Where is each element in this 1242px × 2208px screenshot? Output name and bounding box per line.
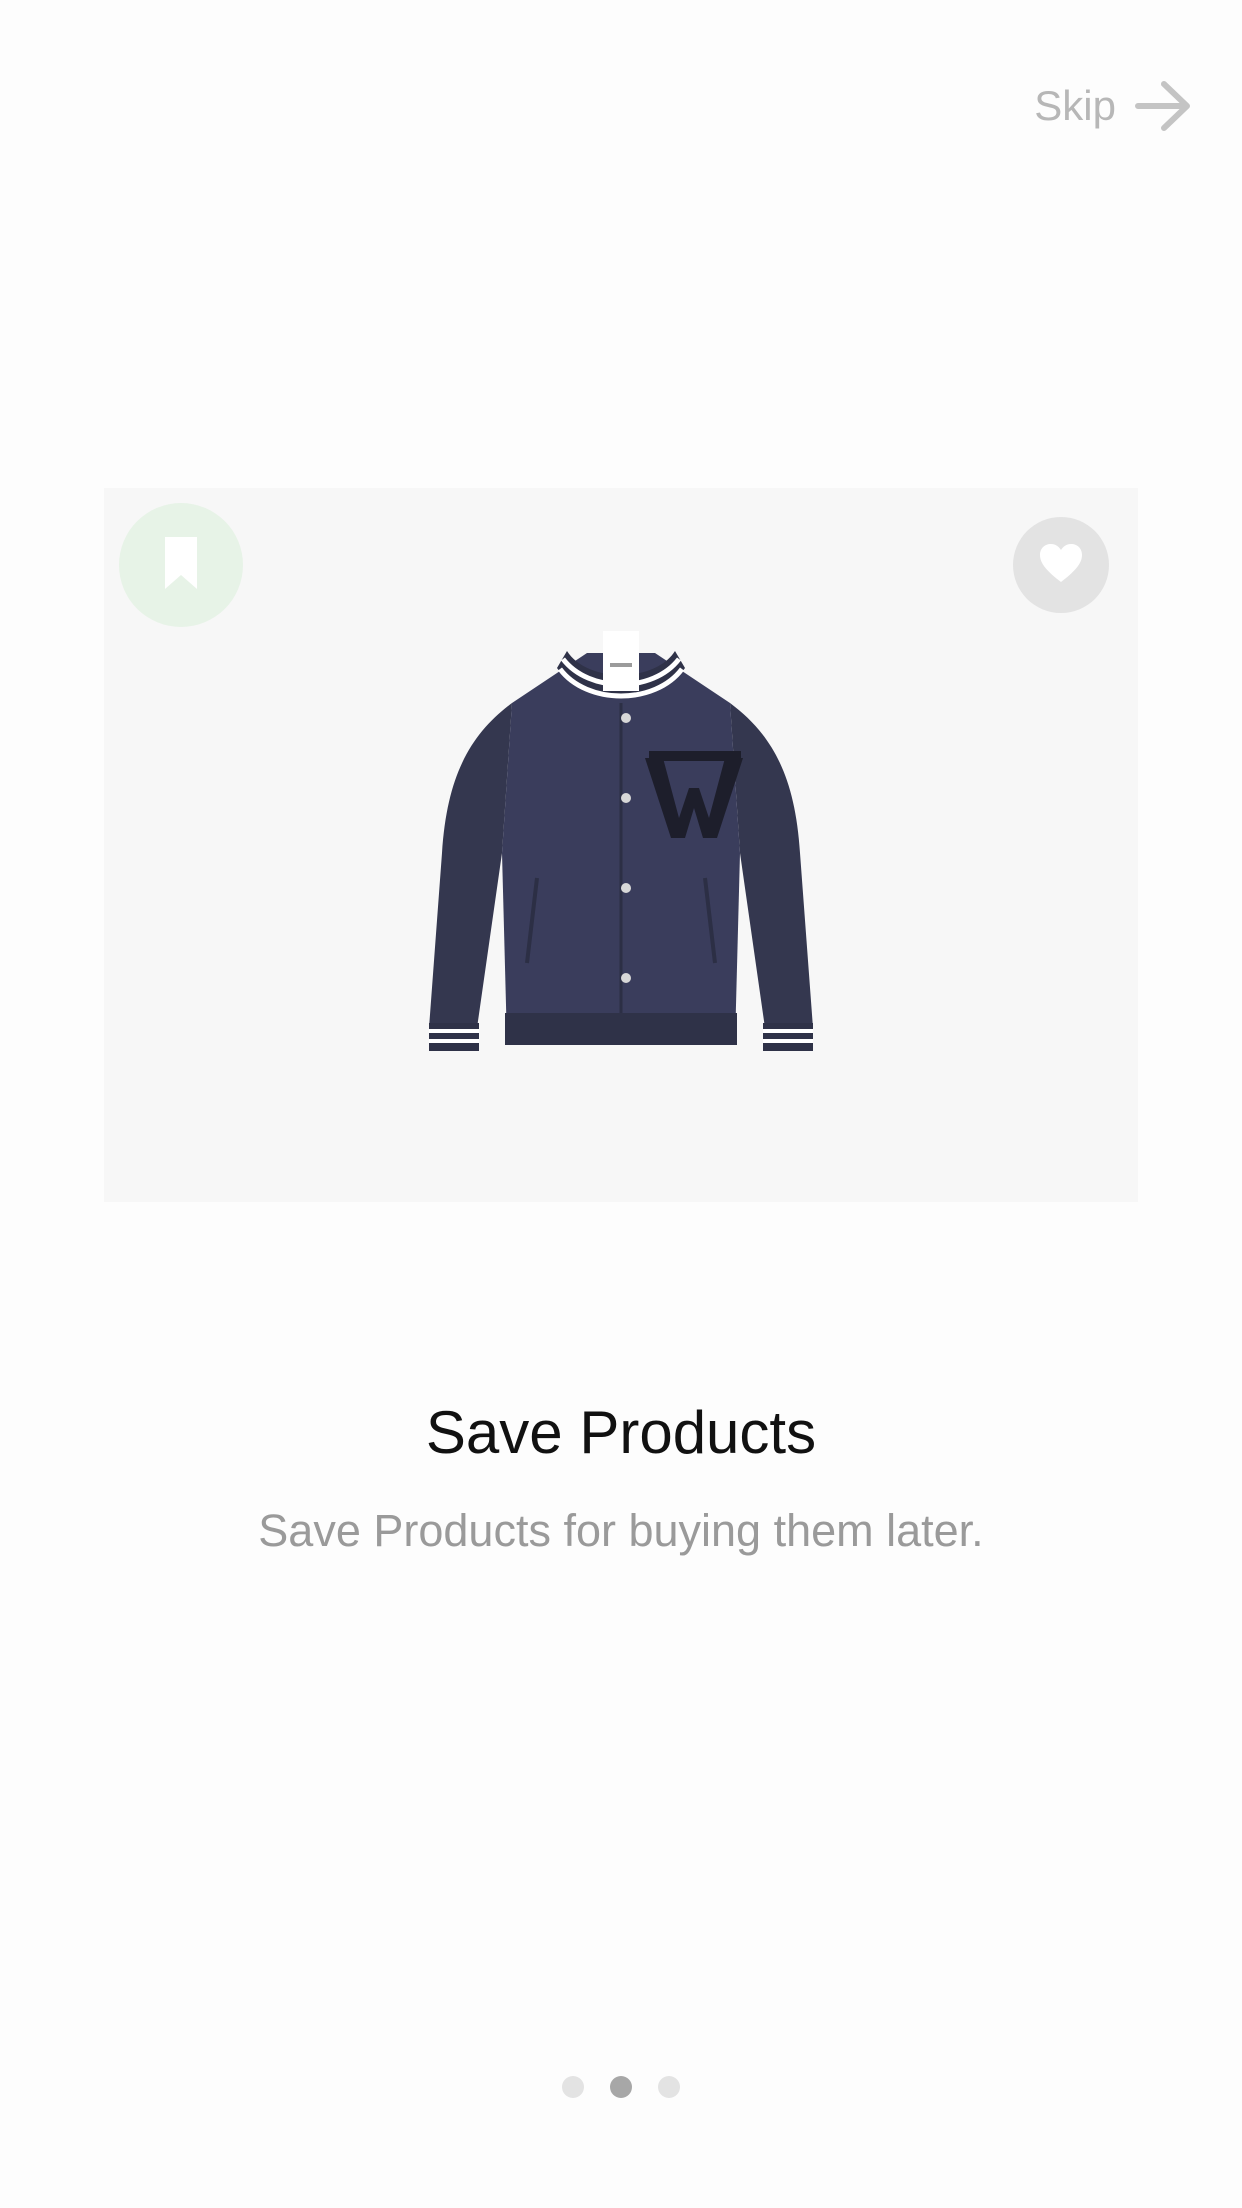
bookmark-icon xyxy=(163,535,199,596)
page-dot-2[interactable] xyxy=(610,2076,632,2098)
heart-icon xyxy=(1038,542,1084,589)
favorite-button[interactable] xyxy=(1013,517,1109,613)
product-card xyxy=(104,488,1138,1202)
product-image xyxy=(417,623,825,1063)
page-dot-3[interactable] xyxy=(658,2076,680,2098)
skip-button[interactable]: Skip xyxy=(1034,78,1194,134)
bookmark-button[interactable] xyxy=(119,503,243,627)
page-subtitle: Save Products for buying them later. xyxy=(258,1505,984,1556)
skip-label: Skip xyxy=(1034,82,1116,129)
page-dot-1[interactable] xyxy=(562,2076,584,2098)
pagination-dots xyxy=(0,2076,1242,2098)
page-title: Save Products xyxy=(425,1399,817,1466)
arrow-right-icon xyxy=(1134,78,1194,134)
